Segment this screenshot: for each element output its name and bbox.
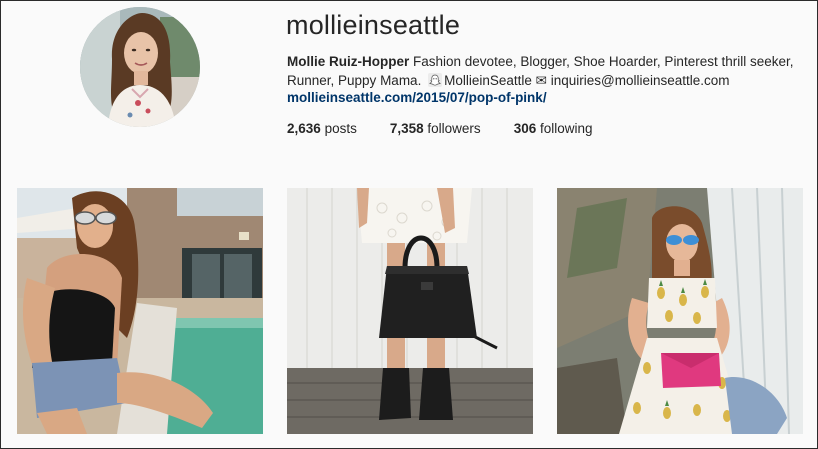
snapchat-handle: MollieinSeattle [444, 73, 532, 88]
black-tote-bag-boots-photo [287, 188, 533, 434]
posts-count: 2,636 posts [287, 121, 357, 136]
followers-label: followers [427, 121, 481, 136]
profile-bio: Mollie Ruiz-Hopper Fashion devotee, Blog… [287, 52, 807, 90]
post-thumbnail-2[interactable] [287, 188, 533, 434]
followers-link[interactable]: 7,358 followers [390, 121, 481, 136]
woman-sunglasses-pool-photo [17, 188, 263, 434]
avatar-image [80, 7, 200, 127]
followers-count-value: 7,358 [389, 121, 424, 136]
posts-count-value: 2,636 [287, 121, 321, 136]
profile-website-link[interactable]: mollieinseattle.com/2015/07/pop-of-pink/ [287, 90, 547, 105]
profile-full-name: Mollie Ruiz-Hopper [287, 54, 410, 69]
profile-stats: 2,636 posts 7,358 followers 306 followin… [287, 121, 593, 136]
post-thumbnail-3[interactable] [557, 188, 803, 434]
snapchat-ghost-icon [428, 73, 443, 87]
following-link[interactable]: 306 following [514, 121, 593, 136]
post-thumbnail-1[interactable] [17, 188, 263, 434]
profile-avatar[interactable] [80, 7, 200, 127]
following-label: following [539, 121, 593, 136]
following-count-value: 306 [513, 121, 537, 136]
profile-email[interactable]: inquiries@mollieinseattle.com [551, 73, 730, 88]
envelope-icon: ✉ [535, 73, 547, 88]
pineapple-dress-waterfall-photo [557, 188, 803, 434]
profile-username: mollieinseattle [286, 10, 461, 40]
posts-count-label: posts [324, 121, 357, 136]
